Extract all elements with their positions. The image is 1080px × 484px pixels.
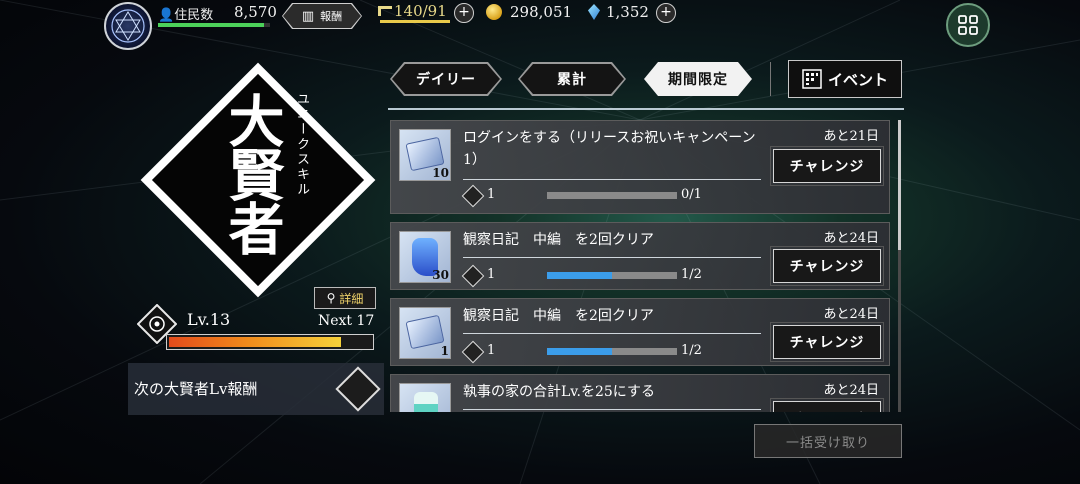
tabs-underline <box>388 108 904 110</box>
mission-divider <box>463 333 761 334</box>
reward-label: 報酬 <box>320 10 343 23</box>
ticket-item-icon <box>405 314 445 350</box>
mission-time-remaining: あと24日 <box>823 231 879 246</box>
residents-progress-fill <box>158 23 265 27</box>
coin-icon <box>486 4 502 20</box>
next-level-reward-label: 次の大賢者Lv報酬 <box>134 380 258 398</box>
tab-daily-label: デイリー <box>416 72 476 88</box>
skill-next-exp: Next 17 <box>318 313 375 329</box>
mission-reward-value: 1 <box>487 343 496 358</box>
main-menu-button[interactable] <box>946 3 990 47</box>
skill-exp-fill <box>169 337 341 347</box>
mission-progress-bar <box>547 192 677 199</box>
mission-progress-text: 1/2 <box>681 267 702 282</box>
chest-icon: ▥ <box>301 8 315 24</box>
mission-divider <box>463 257 761 258</box>
skill-exp-diamond-icon <box>461 340 485 364</box>
person-icon: 👤 <box>158 8 175 23</box>
stamina-icon <box>378 6 392 16</box>
mission-reward-item: 30 <box>399 231 451 283</box>
tab-divider <box>770 62 771 96</box>
mission-reward-item: 1 <box>399 307 451 359</box>
mission-row: 執事の家の合計Lv.を25にする あと24日チャレンジ <box>390 374 890 412</box>
residents-label: 👤住民数 <box>158 4 213 23</box>
stamina-value: 140/91 <box>394 2 447 20</box>
mission-reward-item: 10 <box>399 129 451 181</box>
mission-reward-value: 1 <box>487 267 496 282</box>
tab-cumulative-label: 累計 <box>557 72 587 88</box>
reward-quantity: 1 <box>440 344 449 358</box>
skill-exp-diamond-icon <box>461 264 485 288</box>
skill-category: ユニークスキル <box>294 92 309 197</box>
mission-time-remaining: あと24日 <box>823 383 879 398</box>
mission-title: 執事の家の合計Lv.を25にする <box>463 384 655 400</box>
mission-row: 10 ログインをする（リリースお祝いキャンペーン1） あと21日 1 0/1 チャレンジ <box>390 120 890 214</box>
event-button[interactable]: イベント <box>788 60 902 98</box>
tab-limited-time[interactable]: 期間限定 <box>644 62 752 96</box>
mission-divider <box>463 179 761 180</box>
reward-quantity: 30 <box>432 268 449 282</box>
challenge-button[interactable]: チャレンジ <box>770 398 884 412</box>
mission-progress-fill <box>547 272 612 279</box>
player-avatar[interactable] <box>104 2 152 50</box>
mission-time-remaining: あと21日 <box>823 129 879 144</box>
skill-detail-button[interactable]: ⚲ 詳細 <box>314 287 376 309</box>
mission-progress-fill <box>547 348 612 355</box>
tab-limited-time-label: 期間限定 <box>668 72 728 88</box>
tab-daily[interactable]: デイリー <box>390 62 502 96</box>
mission-title: ログインをする（リリースお祝いキャンペーン1） <box>463 130 756 168</box>
mission-list[interactable]: 10 ログインをする（リリースお祝いキャンペーン1） あと21日 1 0/1 チャレンジ 3… <box>390 120 892 412</box>
mission-row: 1 観察日記 中編 を2回クリア あと24日 1 1/2 チャレンジ <box>390 298 890 366</box>
mission-progress-text: 0/1 <box>681 187 702 202</box>
residents-progress-bar <box>158 23 270 27</box>
reward-quantity: 10 <box>432 166 449 180</box>
grid-menu-icon <box>958 15 978 35</box>
skill-exp-bar <box>166 334 374 350</box>
mission-row: 30 観察日記 中編 を2回クリア あと24日 1 1/2 チャレンジ <box>390 222 890 290</box>
mission-title: 観察日記 中編 を2回クリア <box>463 232 654 248</box>
challenge-button[interactable]: チャレンジ <box>770 246 884 286</box>
skill-name: 大賢者 <box>219 92 285 254</box>
gems-plus-button[interactable]: + <box>656 3 676 23</box>
mission-progress-text: 1/2 <box>681 343 702 358</box>
skill-detail-label: 詳細 <box>339 291 364 306</box>
skill-level: Lv.13 <box>187 310 231 329</box>
challenge-button[interactable]: チャレンジ <box>770 322 884 362</box>
mission-reward-item <box>399 383 451 412</box>
stamina-bar <box>380 20 450 23</box>
mission-time-remaining: あと24日 <box>823 307 879 322</box>
mission-progress-bar <box>547 272 677 279</box>
gold-value: 298,051 <box>510 3 573 21</box>
mission-divider <box>463 409 761 410</box>
avatar-emblem-icon <box>111 9 145 43</box>
tab-cumulative[interactable]: 累計 <box>518 62 626 96</box>
challenge-button[interactable]: チャレンジ <box>770 146 884 186</box>
event-label: イベント <box>827 70 888 89</box>
potion-item-icon <box>414 392 438 412</box>
magnifier-icon: ⚲ <box>326 291 336 305</box>
skill-exp-diamond-icon <box>461 184 485 208</box>
bulk-receive-button[interactable]: 一括受け取り <box>754 424 902 458</box>
stamina-plus-button[interactable]: + <box>454 3 474 23</box>
mission-reward-value: 1 <box>487 187 496 202</box>
residents-value: 8,570 <box>234 3 277 21</box>
residents-label-text: 住民数 <box>174 8 214 23</box>
gem-icon <box>588 4 600 20</box>
mission-progress-bar <box>547 348 677 355</box>
event-calendar-icon <box>802 69 822 89</box>
reward-button[interactable]: ▥ 報酬 <box>282 3 362 29</box>
scrollbar-thumb[interactable] <box>898 120 901 250</box>
mission-title: 観察日記 中編 を2回クリア <box>463 308 654 324</box>
gems-value: 1,352 <box>606 3 649 21</box>
